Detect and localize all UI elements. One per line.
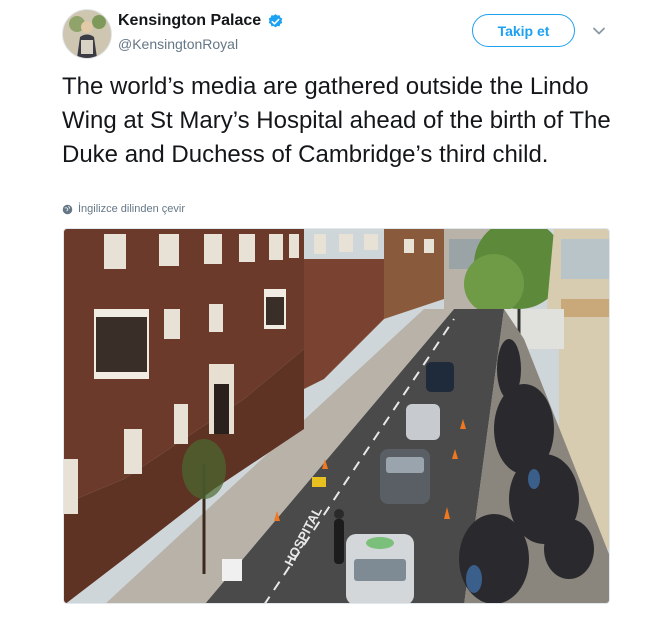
- tweet-photo[interactable]: HOSPITAL: [63, 228, 610, 604]
- avatar-image: [63, 10, 111, 58]
- translate-label: İngilizce dilinden çevir: [78, 203, 185, 215]
- globe-icon: [62, 204, 73, 214]
- display-name[interactable]: Kensington Palace: [118, 12, 261, 30]
- follow-button[interactable]: Takip et: [472, 14, 575, 47]
- account-handle[interactable]: @KensingtonRoyal: [118, 36, 238, 52]
- street-photo: HOSPITAL: [64, 229, 609, 603]
- verified-badge-icon: [268, 13, 283, 27]
- chevron-down-icon[interactable]: [592, 24, 606, 38]
- tweet-text: The world’s media are gathered outside t…: [62, 73, 611, 168]
- translate-link[interactable]: İngilizce dilinden çevir: [62, 203, 185, 215]
- avatar[interactable]: [62, 9, 112, 59]
